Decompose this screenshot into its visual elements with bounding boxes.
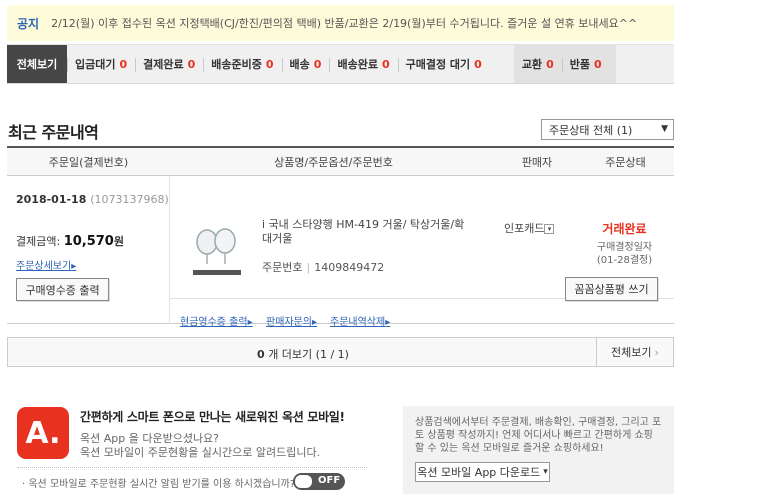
app-download-button[interactable]: 옥션 모바일 App 다운로드 ▾ xyxy=(415,462,550,482)
tab-count: 0 xyxy=(474,57,482,71)
tab-label: 반품 xyxy=(569,58,590,71)
cash-receipt-label: 현금영수증 출력 xyxy=(180,317,248,328)
toggle-knob xyxy=(295,475,312,488)
payment-amount: 결제금액: 10,570원 xyxy=(16,233,124,249)
notice-bar: 공지 2/12(월) 이후 접수된 옥션 지정택배(CJ/한진/편의점 택배) … xyxy=(7,5,674,41)
payment-label: 결제금액: xyxy=(16,235,61,248)
tab-exchange[interactable]: 교환 0 xyxy=(513,45,562,83)
order-status-select[interactable]: 주문상태 전체 (1) ▼ xyxy=(541,119,674,140)
order-number-value: 1409849472 xyxy=(314,261,385,274)
payment-number: (1073137968) xyxy=(90,193,169,206)
header-status: 주문상태 xyxy=(605,155,646,169)
arrow-right-icon: ▸ xyxy=(71,261,77,272)
product-name[interactable]: i 국내 스타양행 HM-419 거울/ 탁상거울/확대거울 xyxy=(262,218,472,246)
load-more[interactable]: 0 개 더보기 (1 / 1) xyxy=(8,346,598,362)
amount-value: 10,570 xyxy=(63,234,114,249)
order-number-label: 주문번호 xyxy=(262,261,303,274)
chevron-down-icon: ▾ xyxy=(543,467,548,477)
order-status: 거래완료 구매결정일자 (01-28결정) xyxy=(575,220,674,267)
app-headline: 간편하게 스마트 폰으로 만나는 새로워진 옥션 모바일! xyxy=(80,410,345,424)
seller-name: 인포캐드 xyxy=(504,222,545,235)
seller[interactable]: 인포캐드 ▾ xyxy=(504,220,555,236)
arrow-right-icon: ▸ xyxy=(385,317,391,328)
tab-count: 0 xyxy=(119,57,128,71)
tab-label: 배송완료 xyxy=(337,58,378,71)
notice-label: 공지 xyxy=(17,16,40,31)
amount-unit: 원 xyxy=(113,235,124,248)
order-actions: 현금영수증 출력▸ 판매자문의▸ 주문내역삭제▸ xyxy=(170,298,674,328)
view-all-label: 전체보기 xyxy=(611,346,652,359)
order-summary-cell: 2018-01-18 (1073137968) 결제금액: 10,570원 주문… xyxy=(7,176,170,324)
tab-label: 결제완료 xyxy=(143,58,184,71)
header-order-date: 주문일(결제번호) xyxy=(48,155,129,169)
page-title: 최근 주문내역 xyxy=(8,123,99,142)
chevron-down-icon[interactable]: ▾ xyxy=(544,224,555,234)
status-date: (01-28결정) xyxy=(596,255,653,266)
tab-return[interactable]: 반품 0 xyxy=(561,45,616,83)
seller-inquiry-link[interactable]: 판매자문의▸ xyxy=(266,313,317,328)
delete-order-link[interactable]: 주문내역삭제▸ xyxy=(330,313,390,328)
tab-label: 구매결정 대기 xyxy=(405,58,471,71)
app-download-promo: 상품검색에서부터 주문결제, 배송확인, 구매결정, 그리고 포토 상품평 작성… xyxy=(403,406,674,494)
tab-label: 입금대기 xyxy=(75,58,116,71)
header-product: 상품명/주문옵션/주문번호 xyxy=(274,155,393,169)
order-date-value: 2018-01-18 xyxy=(16,193,87,206)
more-count: 0 xyxy=(257,348,265,361)
tab-awaiting-deposit[interactable]: 입금대기 0 xyxy=(67,45,135,83)
tab-count: 0 xyxy=(546,57,554,71)
tab-paid[interactable]: 결제완료 0 xyxy=(135,45,203,83)
tab-count: 0 xyxy=(381,57,390,71)
tab-label: 교환 xyxy=(521,58,543,71)
alarm-question: · 옥션 모바일로 주문현황 실시간 알림 받기를 이용 하시겠습니까? xyxy=(22,479,296,490)
header-seller: 판매자 xyxy=(521,155,553,169)
notice-message: 2/12(월) 이후 접수된 옥션 지정택배(CJ/한진/편의점 택배) 반품/… xyxy=(51,17,638,30)
alarm-text: 옥션 모바일로 주문현황 실시간 알림 받기를 이용 하시겠습니까? xyxy=(28,479,296,490)
view-all-button[interactable]: 전체보기 › xyxy=(596,338,673,366)
tab-count: 0 xyxy=(593,57,602,71)
status-sub: 구매결정일자 xyxy=(596,242,653,253)
tab-awaiting-decision[interactable]: 구매결정 대기 0 xyxy=(397,45,490,83)
write-review-button[interactable]: 꼼꼼상품평 쓰기 xyxy=(565,277,658,301)
chevron-right-icon: › xyxy=(654,345,659,359)
tab-label: 전체보기 xyxy=(16,58,58,71)
tab-label: 배송준비중 xyxy=(211,58,262,71)
pager: 0 개 더보기 (1 / 1) 전체보기 › xyxy=(7,337,674,367)
arrow-right-icon: ▸ xyxy=(312,317,318,328)
tab-count: 0 xyxy=(313,57,322,71)
order-detail-label: 주문상세보기 xyxy=(16,261,72,272)
arrow-right-icon: ▸ xyxy=(247,317,253,328)
more-text: 개 더보기 (1 / 1) xyxy=(268,348,349,361)
tab-count: 0 xyxy=(265,57,274,71)
status-badge: 거래완료 xyxy=(602,222,647,236)
order-date: 2018-01-18 (1073137968) xyxy=(16,193,169,206)
table-header: 주문일(결제번호) 상품명/주문옵션/주문번호 판매자 주문상태 xyxy=(7,148,674,176)
tab-count: 0 xyxy=(187,57,196,71)
seller-inquiry-label: 판매자문의 xyxy=(266,317,312,328)
dropdown-arrow-icon: ▼ xyxy=(661,124,668,134)
delete-order-label: 주문내역삭제 xyxy=(330,317,386,328)
alarm-toggle[interactable]: OFF xyxy=(293,473,345,490)
divider xyxy=(17,467,367,468)
product-thumbnail[interactable] xyxy=(187,220,247,280)
download-label: 옥션 모바일 App 다운로드 xyxy=(417,466,541,479)
tab-delivered[interactable]: 배송완료 0 xyxy=(329,45,397,83)
cash-receipt-link[interactable]: 현금영수증 출력▸ xyxy=(180,313,253,328)
tab-label: 배송 xyxy=(289,58,310,71)
status-select-value: 주문상태 전체 (1) xyxy=(549,123,633,137)
tab-preparing[interactable]: 배송준비중 0 xyxy=(203,45,281,83)
promo-text: 상품검색에서부터 주문결제, 배송확인, 구매결정, 그리고 포토 상품평 작성… xyxy=(415,417,662,454)
table-row: 2018-01-18 (1073137968) 결제금액: 10,570원 주문… xyxy=(7,176,674,328)
order-detail-link[interactable]: 주문상세보기▸ xyxy=(16,257,76,272)
order-status-tabs: 전체보기 입금대기 0 결제완료 0 배송준비중 0 배송 0 배송완료 0 구매결정 대… xyxy=(7,44,674,84)
tab-shipping[interactable]: 배송 0 xyxy=(281,45,330,83)
tab-all[interactable]: 전체보기 xyxy=(7,45,67,83)
print-receipt-button[interactable]: 구매영수증 출력 xyxy=(16,278,109,301)
status-detail: 구매결정일자 (01-28결정) xyxy=(575,241,674,267)
toggle-label: OFF xyxy=(318,475,341,486)
order-number: 주문번호 | 1409849472 xyxy=(262,259,384,275)
separator: | xyxy=(306,261,311,274)
auction-logo-icon: A. xyxy=(17,407,69,459)
app-line-2: 옥션 모바일이 주문현황을 실시간으로 알려드립니다. xyxy=(80,446,321,459)
